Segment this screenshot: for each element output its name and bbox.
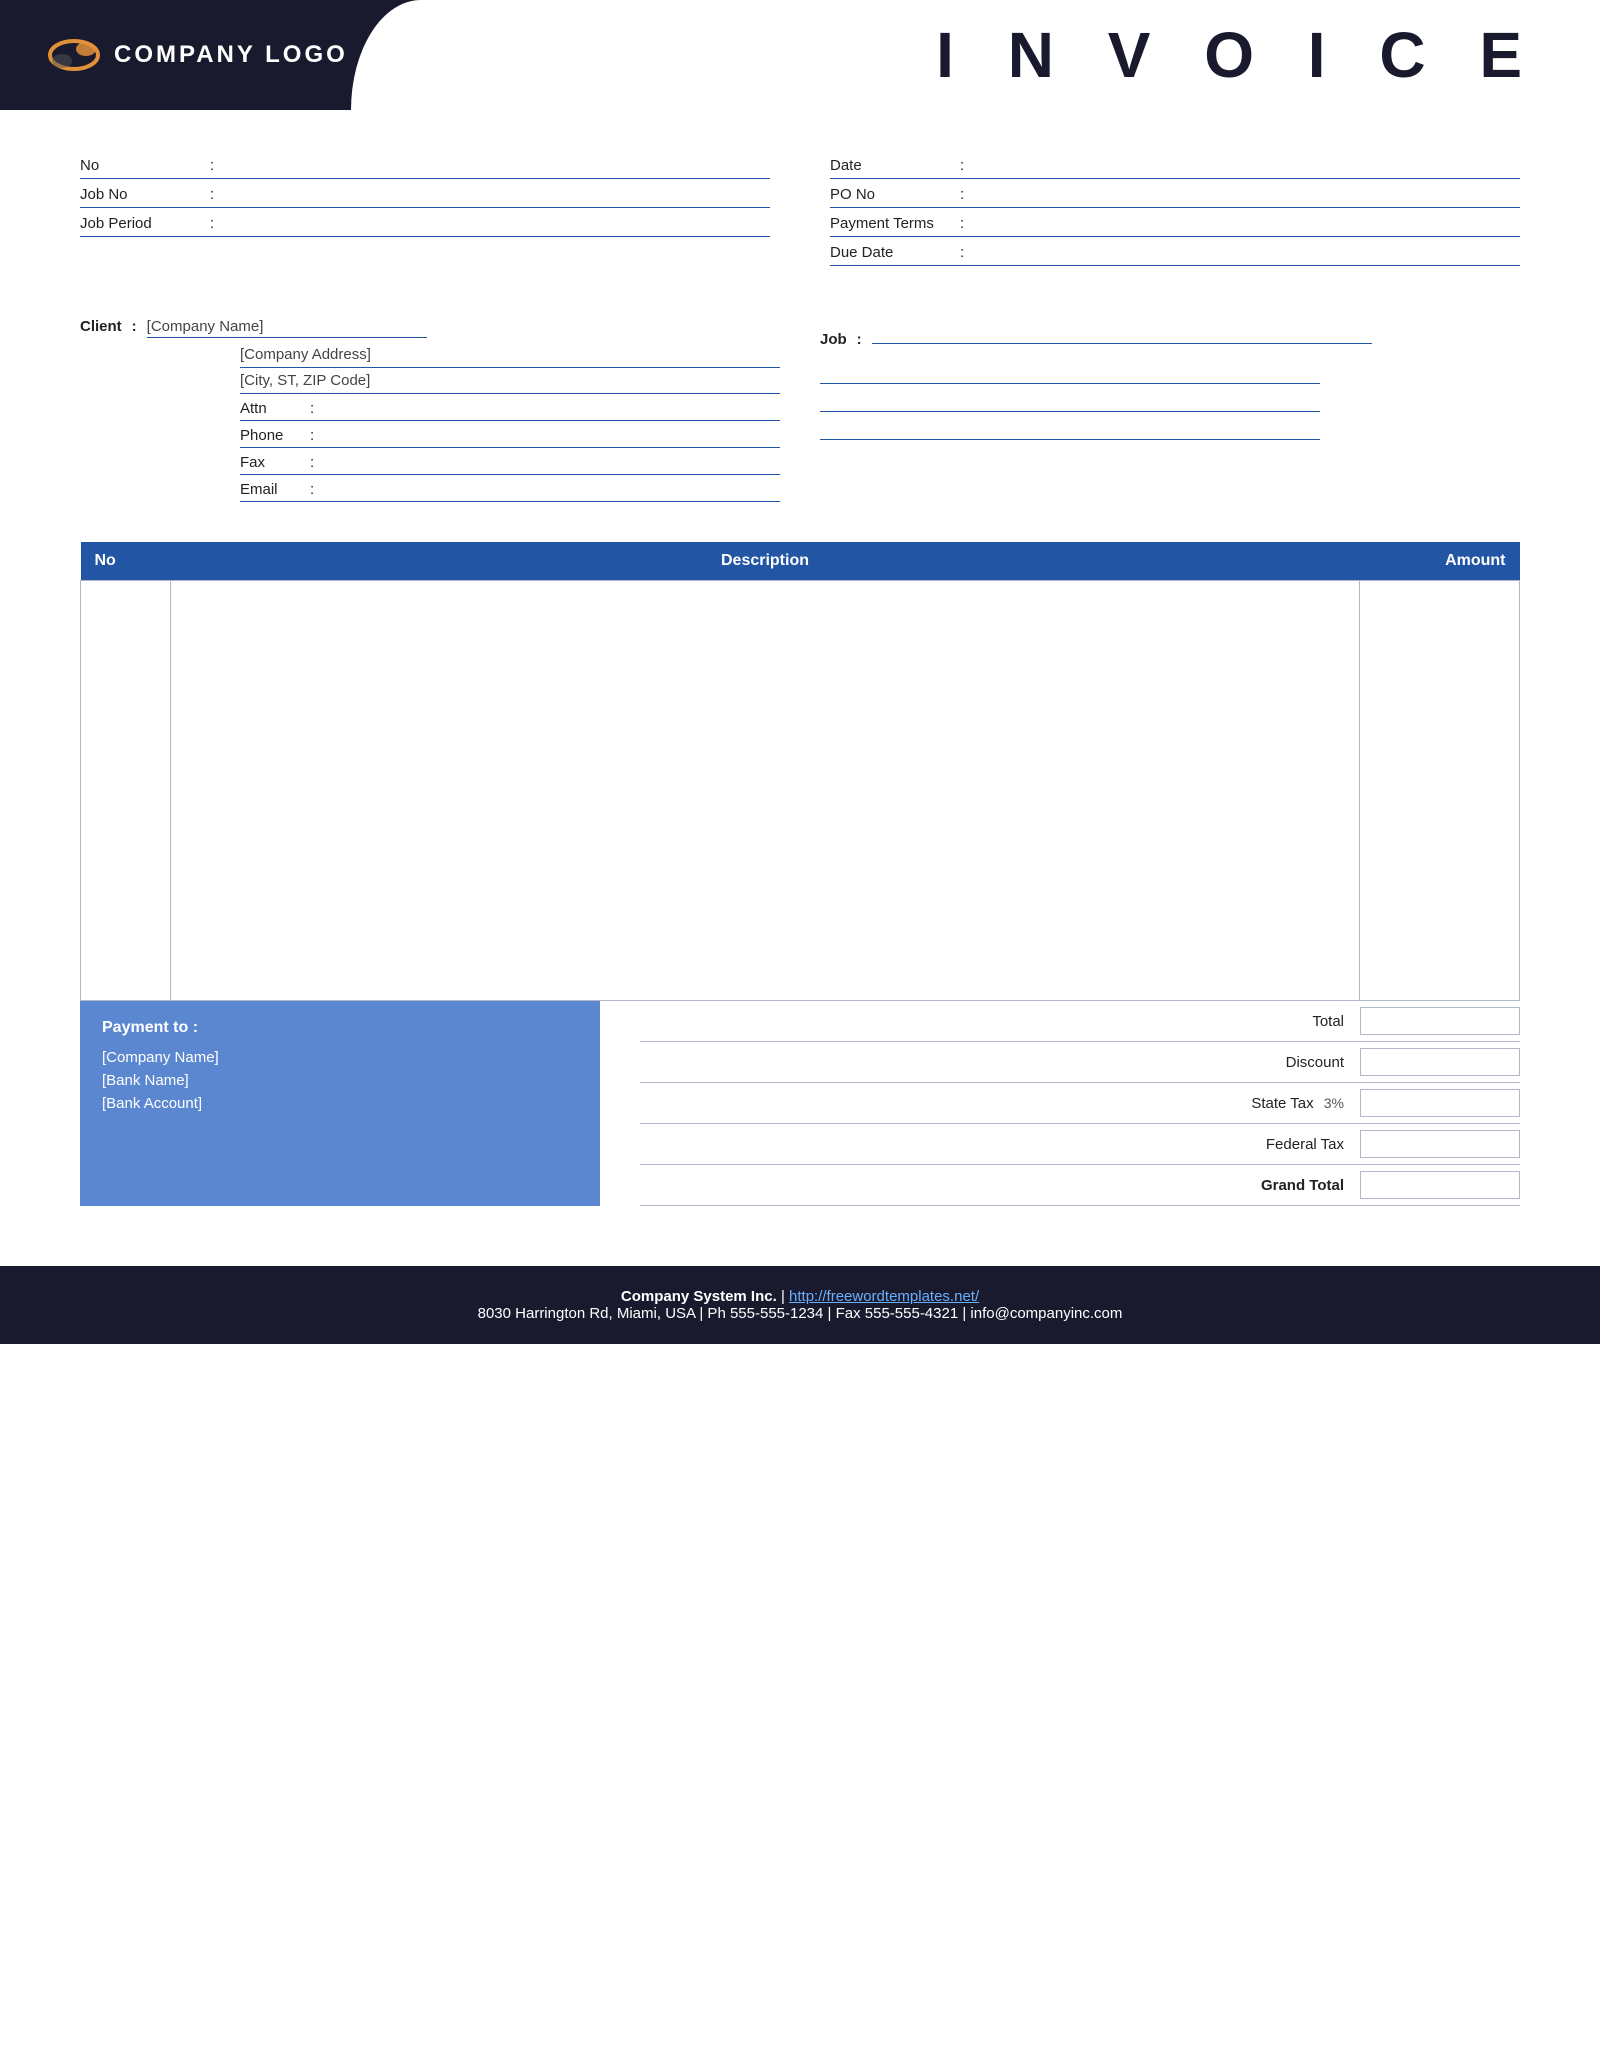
job-field-1 — [820, 356, 1320, 384]
client-attn-label: Attn — [240, 400, 310, 417]
client-label: Client — [80, 318, 122, 335]
client-phone-line: Phone : — [240, 421, 780, 448]
table-section: No Description Amount — [0, 522, 1600, 1001]
client-job-section: Client : [Company Name] [Company Address… — [0, 286, 1600, 522]
footer-company: Company System Inc. — [621, 1288, 777, 1305]
client-email-value — [322, 480, 780, 498]
invoice-table: No Description Amount — [80, 542, 1520, 1001]
total-row-discount: Discount — [640, 1042, 1520, 1083]
total-row-grandtotal: Grand Total — [640, 1165, 1520, 1206]
form-line-payterms: Payment Terms : — [830, 208, 1520, 237]
job-field-3 — [820, 412, 1320, 440]
client-fax-line: Fax : — [240, 448, 780, 475]
form-value-no — [226, 156, 770, 174]
total-value-grandtotal — [1360, 1171, 1520, 1199]
job-header-row: Job : — [820, 316, 1520, 348]
total-value-total — [1360, 1007, 1520, 1035]
client-fax-value — [322, 453, 780, 471]
th-description: Description — [171, 542, 1360, 581]
form-value-duedate — [976, 243, 1520, 261]
job-field-2 — [820, 384, 1320, 412]
client-company-name: [Company Name] — [147, 316, 427, 338]
form-section: No : Job No : Job Period : Date : — [0, 110, 1600, 286]
client-job-row: Client : [Company Name] [Company Address… — [80, 316, 1520, 502]
logo-text: COMPANY LOGO — [114, 41, 348, 69]
payment-account: [Bank Account] — [102, 1095, 578, 1112]
table-header: No Description Amount — [81, 542, 1520, 581]
client-header-row: Client : [Company Name] — [80, 316, 780, 338]
form-line-no: No : — [80, 150, 770, 179]
footer-line1: Company System Inc. | http://freewordtem… — [40, 1288, 1560, 1305]
total-label-total: Total — [1180, 1013, 1360, 1030]
client-attn-line: Attn : — [240, 394, 780, 421]
form-label-payterms: Payment Terms — [830, 215, 960, 232]
job-label: Job — [820, 331, 847, 348]
client-attn-value — [322, 399, 780, 417]
payment-title: Payment to : — [102, 1019, 578, 1037]
form-line-jobperiod: Job Period : — [80, 208, 770, 237]
client-sub-fields: [Company Address] [City, ST, ZIP Code] A… — [240, 342, 780, 502]
total-label-statetax: State Tax 3% — [1180, 1095, 1360, 1112]
footer-sep: | — [781, 1288, 789, 1305]
total-value-federaltax — [1360, 1130, 1520, 1158]
client-col: Client : [Company Name] [Company Address… — [80, 316, 780, 502]
form-value-pono — [976, 185, 1520, 203]
total-row-federaltax: Federal Tax — [640, 1124, 1520, 1165]
th-amount: Amount — [1360, 542, 1520, 581]
job-col: Job : — [780, 316, 1520, 502]
footer: Company System Inc. | http://freewordtem… — [0, 1266, 1600, 1344]
form-label-no: No — [80, 157, 210, 174]
client-city: [City, ST, ZIP Code] — [240, 368, 780, 394]
header: COMPANY LOGO I N V O I C E — [0, 0, 1600, 110]
form-label-jobno: Job No — [80, 186, 210, 203]
form-line-duedate: Due Date : — [830, 237, 1520, 266]
td-row-desc — [171, 581, 1360, 1001]
form-row-group: No : Job No : Job Period : Date : — [80, 150, 1520, 266]
td-row-amount — [1360, 581, 1520, 1001]
form-line-date: Date : — [830, 150, 1520, 179]
form-label-date: Date — [830, 157, 960, 174]
form-value-date — [976, 156, 1520, 174]
form-value-jobperiod — [226, 214, 770, 232]
form-left-col: No : Job No : Job Period : — [80, 150, 770, 266]
total-value-discount — [1360, 1048, 1520, 1076]
table-row — [81, 581, 1520, 1001]
footer-website[interactable]: http://freewordtemplates.net/ — [789, 1288, 979, 1305]
form-label-pono: PO No — [830, 186, 960, 203]
totals-col: Total Discount State Tax 3% Federal Tax … — [600, 1001, 1520, 1206]
total-row-statetax: State Tax 3% — [640, 1083, 1520, 1124]
client-email-label: Email — [240, 481, 310, 498]
logo-icon — [48, 35, 100, 75]
client-address: [Company Address] — [240, 342, 780, 368]
form-label-duedate: Due Date — [830, 244, 960, 261]
form-right-col: Date : PO No : Payment Terms : Due Date … — [830, 150, 1520, 266]
form-value-payterms — [976, 214, 1520, 232]
table-body — [81, 581, 1520, 1001]
total-label-grandtotal: Grand Total — [1180, 1177, 1360, 1194]
bottom-section: Payment to : [Company Name] [Bank Name] … — [0, 1001, 1600, 1226]
invoice-title: I N V O I C E — [936, 18, 1540, 92]
total-value-statetax — [1360, 1089, 1520, 1117]
logo-area: COMPANY LOGO — [0, 0, 420, 110]
form-value-jobno — [226, 185, 770, 203]
client-email-line: Email : — [240, 475, 780, 502]
payment-col: Payment to : [Company Name] [Bank Name] … — [80, 1001, 600, 1206]
form-line-pono: PO No : — [830, 179, 1520, 208]
form-line-jobno: Job No : — [80, 179, 770, 208]
td-row-no — [81, 581, 171, 1001]
invoice-title-area: I N V O I C E — [420, 0, 1600, 110]
payment-company: [Company Name] — [102, 1049, 578, 1066]
payment-bank: [Bank Name] — [102, 1072, 578, 1089]
th-no: No — [81, 542, 171, 581]
total-label-federaltax: Federal Tax — [1180, 1136, 1360, 1153]
form-label-jobperiod: Job Period — [80, 215, 210, 232]
footer-line2: 8030 Harrington Rd, Miami, USA | Ph 555-… — [40, 1305, 1560, 1322]
total-row-total: Total — [640, 1001, 1520, 1042]
total-label-discount: Discount — [1180, 1054, 1360, 1071]
client-phone-value — [322, 426, 780, 444]
job-fields — [820, 356, 1520, 440]
client-fax-label: Fax — [240, 454, 310, 471]
job-field-0 — [872, 316, 1372, 344]
client-phone-label: Phone — [240, 427, 310, 444]
